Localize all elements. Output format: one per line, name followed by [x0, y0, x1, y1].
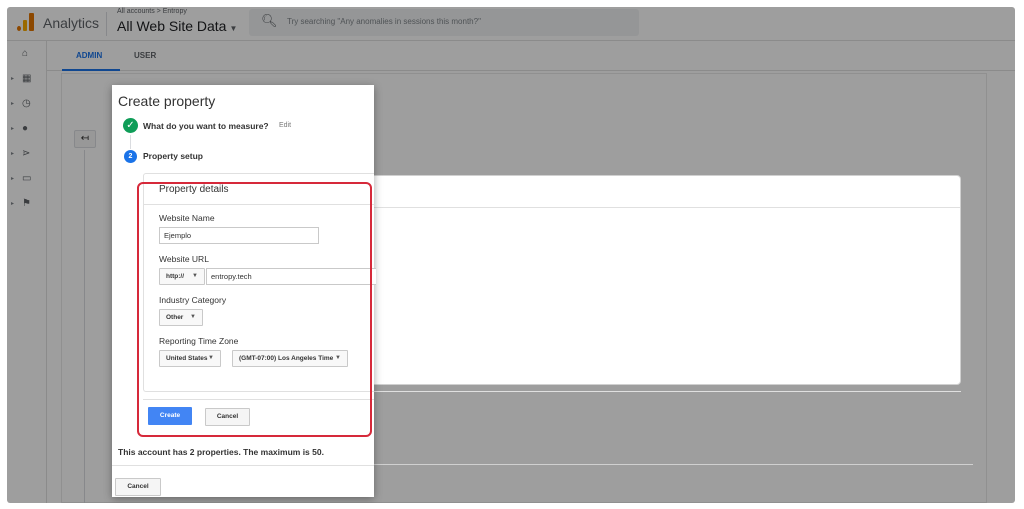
background-divider [373, 464, 973, 465]
highlight-annotation [137, 182, 372, 437]
check-circle-icon: ✓ [123, 118, 138, 133]
dialog-title: Create property [118, 93, 216, 109]
background-divider [373, 391, 961, 392]
edit-step-link[interactable]: Edit [279, 122, 291, 129]
background-property-card [347, 175, 961, 385]
step-connector [130, 135, 131, 149]
step-setup-label: Property setup [143, 151, 203, 161]
dialog-cancel-button[interactable]: Cancel [115, 478, 161, 496]
account-property-limit-note: This account has 2 properties. The maxim… [118, 447, 324, 457]
dialog-divider [112, 465, 374, 466]
step-measure-label: What do you want to measure? [143, 121, 269, 131]
app-window: Analytics All accounts > Entropy All Web… [7, 7, 1015, 503]
step-number-badge: 2 [124, 150, 137, 163]
